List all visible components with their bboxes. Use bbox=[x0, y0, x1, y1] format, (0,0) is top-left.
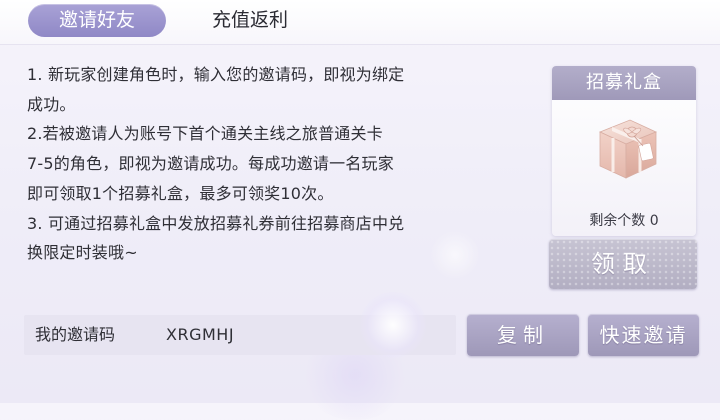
remaining-label: 剩余个数 bbox=[589, 213, 646, 229]
rule-line: 换限定时装哦~ bbox=[27, 243, 138, 263]
quick-invite-button[interactable]: 快速邀请 bbox=[588, 314, 699, 356]
claim-button[interactable]: 领取 bbox=[549, 239, 697, 289]
gift-box-icon bbox=[590, 110, 664, 182]
recruit-gift-title: 招募礼盒 bbox=[552, 66, 696, 100]
rule-line: 3. 可通过招募礼盒中发放招募礼券前往招募商店中兑 bbox=[27, 213, 405, 233]
invite-code-label: 我的邀请码 bbox=[35, 325, 116, 344]
rule-line: 即可领取1个招募礼盒，最多可领奖10次。 bbox=[27, 183, 334, 203]
rule-line: 成功。 bbox=[27, 94, 76, 114]
tab-bar: 邀请好友 充值返利 bbox=[0, 0, 720, 45]
remaining-count: 0 bbox=[649, 213, 659, 229]
copy-button[interactable]: 复制 bbox=[467, 314, 579, 356]
invite-rules: 1. 新玩家创建角色时，输入您的邀请码，即视为绑定 成功。 2.若被邀请人为账号… bbox=[27, 60, 532, 268]
tab-invite-friends[interactable]: 邀请好友 bbox=[28, 4, 166, 37]
rule-line: 1. 新玩家创建角色时，输入您的邀请码，即视为绑定 bbox=[27, 65, 405, 84]
invite-code-bar: 我的邀请码 XRGMHJ bbox=[24, 315, 456, 355]
gift-remaining: 剩余个数 0 bbox=[552, 210, 696, 230]
tab-recharge-rebate[interactable]: 充值返利 bbox=[190, 4, 310, 37]
invite-code-value: XRGMHJ bbox=[166, 325, 235, 344]
rule-line: 2.若被邀请人为账号下首个通关主线之旅普通关卡 bbox=[27, 124, 383, 144]
rule-line: 7-5的角色，即视为邀请成功。每成功邀请一名玩家 bbox=[27, 154, 394, 174]
